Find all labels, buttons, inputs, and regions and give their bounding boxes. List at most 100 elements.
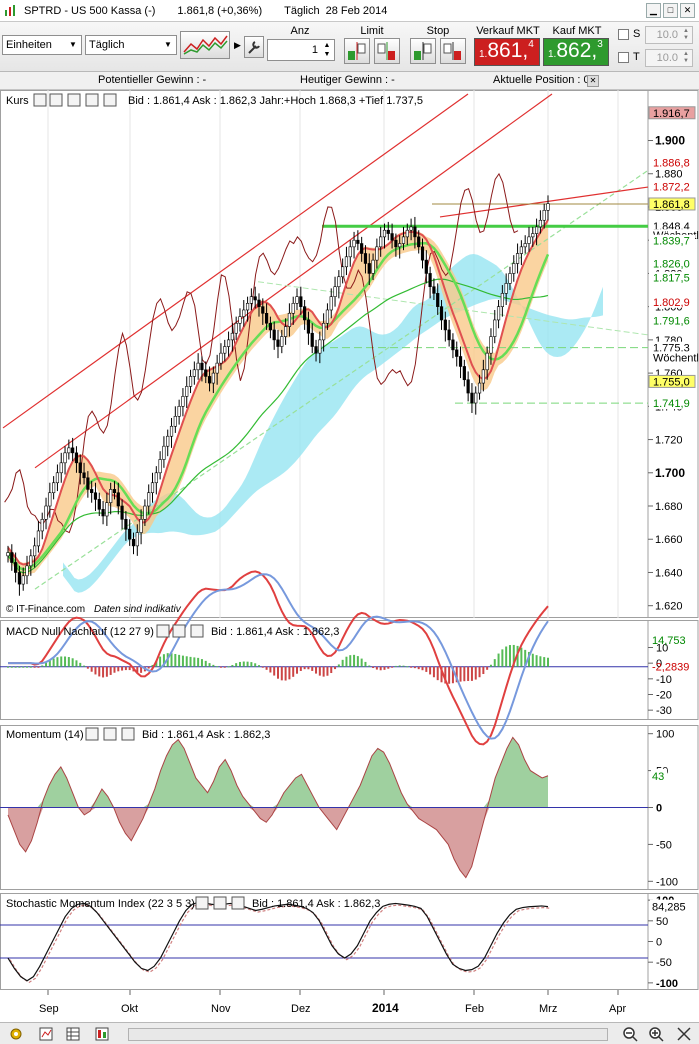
candle-body (158, 459, 162, 474)
macd-histogram-bar (398, 665, 401, 667)
macd-histogram-bar (117, 666, 120, 672)
macd-histogram-bar (94, 666, 97, 675)
s-checkbox[interactable] (618, 29, 629, 40)
time-scrollbar[interactable] (128, 1028, 608, 1041)
chart-lines-icon (183, 35, 228, 55)
candle-body (382, 229, 387, 238)
stochastic-axis-label: 50 (656, 916, 668, 928)
buy-market-button[interactable]: 1.862,3 (543, 38, 609, 66)
stop-buy-button[interactable] (410, 38, 436, 64)
qty-label: Anz (290, 25, 310, 37)
macd-histogram-bar (463, 666, 466, 682)
candle-body (485, 352, 489, 371)
macd-histogram-bar (223, 666, 226, 668)
limit-sell-button[interactable] (374, 38, 400, 64)
candle-body (348, 246, 352, 258)
candle-body (242, 309, 246, 317)
candle-body (264, 312, 269, 324)
x-axis-label: 2014 (372, 1001, 399, 1015)
macd-histogram-bar (459, 666, 462, 682)
candle-body (523, 243, 527, 248)
macd-histogram-bar (280, 666, 283, 681)
candle-body (432, 286, 436, 294)
macd-histogram-bar (10, 666, 13, 668)
wrench-button[interactable] (244, 36, 264, 58)
macd-histogram-bar (493, 659, 496, 667)
momentum-pane-title: Momentum (14) (6, 729, 84, 741)
price-tag: 1.916,7 (653, 108, 690, 120)
candle-body (33, 545, 37, 557)
candle-body (504, 283, 508, 294)
spin-arrows-icon[interactable]: ▲ ▼ (321, 41, 333, 59)
macd-histogram-bar (474, 666, 477, 680)
quantity-stepper[interactable]: 1 ▲ ▼ (267, 39, 335, 61)
settings-icon[interactable] (8, 1026, 24, 1042)
momentum-axis-label: -100 (656, 876, 678, 888)
interval-select[interactable]: Täglich ▼ (85, 35, 177, 55)
table-icon[interactable] (65, 1026, 81, 1042)
macd-histogram-bar (71, 658, 74, 667)
candle-body (443, 319, 447, 331)
close-icon (121, 727, 135, 741)
drawing-icon[interactable] (94, 1026, 110, 1042)
indicator-icon[interactable] (38, 1026, 54, 1042)
macd-histogram-bar (7, 666, 9, 668)
macd-histogram-bar (98, 666, 101, 677)
candle-body (173, 416, 177, 427)
candle-body (409, 226, 413, 231)
chart-canvas[interactable]: 1.6201.6401.6601.6801.7001.7201.7401.760… (0, 90, 699, 1022)
close-position-icon[interactable]: ✕ (587, 75, 599, 87)
candle-body (128, 528, 132, 540)
chevron-down-icon: ▼ (164, 40, 172, 49)
maximize-icon[interactable]: □ (663, 3, 678, 18)
candle-body (318, 339, 322, 354)
macd-histogram-bar (185, 656, 188, 667)
spin-arrows-icon[interactable]: ▲ ▼ (681, 28, 691, 43)
macd-histogram-bar (208, 663, 211, 667)
sell-market-button[interactable]: 1.861,4 (474, 38, 540, 66)
close-icon[interactable]: ✕ (680, 3, 695, 18)
units-select[interactable]: Einheiten ▼ (2, 35, 82, 55)
minimize-icon[interactable]: ▁ (646, 3, 661, 18)
macd-histogram-bar (497, 653, 500, 667)
window-controls: ▁ □ ✕ (646, 3, 695, 18)
chart-type-button[interactable] (180, 31, 230, 59)
candle-body (154, 472, 158, 484)
zoom-out-icon[interactable] (622, 1026, 638, 1042)
zoom-in-icon[interactable] (648, 1026, 664, 1042)
macd-histogram-bar (356, 656, 359, 667)
candle-body (52, 482, 56, 494)
candle-body (93, 492, 98, 500)
macd-histogram-bar (543, 657, 546, 667)
candle-body (135, 532, 139, 547)
stop-sell-button[interactable] (440, 38, 466, 64)
candle-body (322, 322, 326, 341)
candle-body (371, 259, 375, 274)
candle-body (436, 293, 440, 307)
macd-histogram-bar (391, 666, 394, 668)
t-value-field[interactable]: 10.0 ▲ ▼ (645, 49, 693, 67)
candle-body (238, 316, 242, 324)
candle-body (82, 472, 86, 479)
price-axis-label: 1.700 (655, 466, 685, 480)
fit-icon[interactable] (676, 1026, 692, 1042)
macd-histogram-bar (41, 665, 44, 667)
candle-body (379, 236, 383, 248)
macd-histogram-bar (174, 653, 177, 667)
scrollbar-thumb[interactable] (129, 1029, 607, 1040)
candle-body (325, 309, 330, 324)
spin-arrows-icon[interactable]: ▲ ▼ (681, 51, 691, 66)
sell-label: Verkauf MKT (476, 25, 540, 37)
candle-body (14, 562, 18, 573)
limit-buy-button[interactable] (344, 38, 370, 64)
candle-body (59, 462, 63, 474)
t-checkbox[interactable] (618, 52, 629, 63)
candle-body (268, 322, 272, 331)
candle-body (90, 489, 94, 494)
candle-body (166, 435, 170, 447)
candle-body (439, 306, 444, 321)
expand-arrow-icon[interactable]: ▶ (234, 40, 241, 51)
macd-histogram-bar (121, 666, 124, 671)
s-value-field[interactable]: 10.0 ▲ ▼ (645, 26, 693, 44)
candle-body (466, 379, 470, 394)
